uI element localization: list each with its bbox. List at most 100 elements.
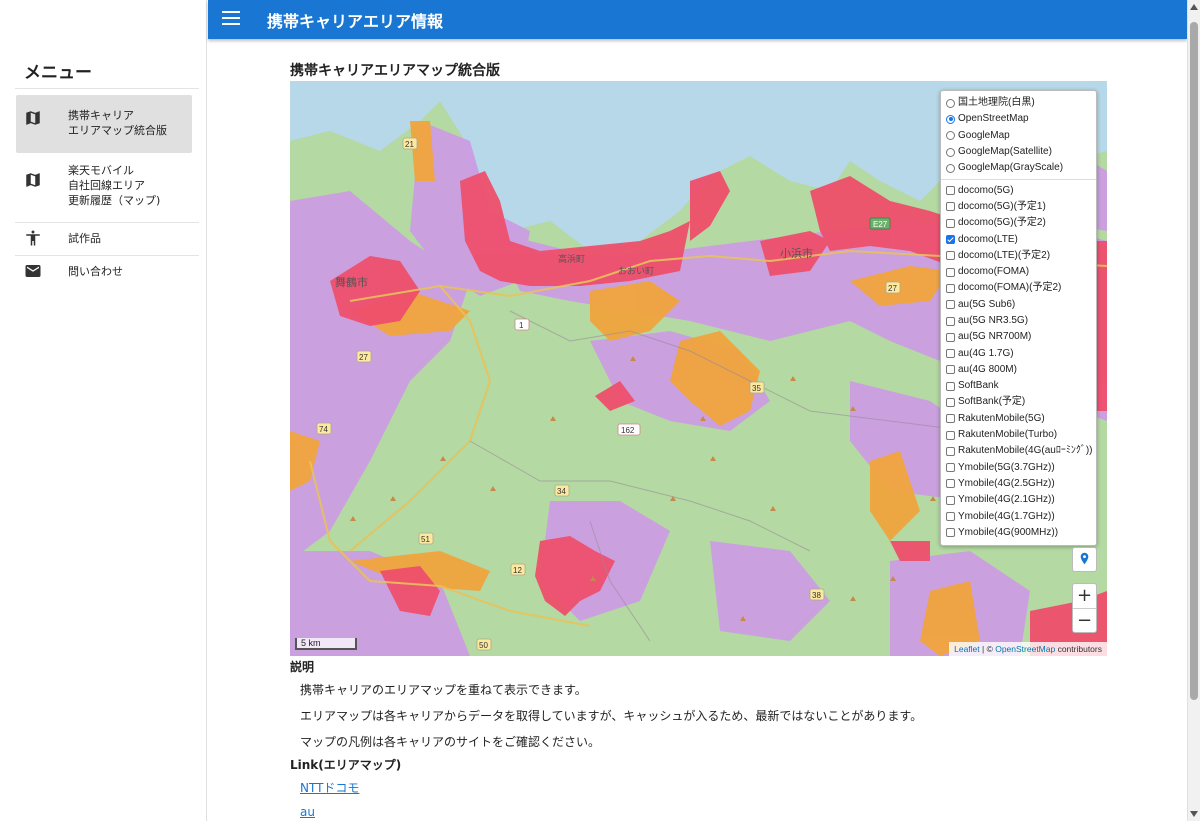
overlay-layer-option[interactable]: au(4G 800M) (946, 362, 1091, 378)
page-scrollbar[interactable] (1187, 0, 1200, 821)
sidebar-item-contact[interactable]: 問い合わせ (16, 259, 192, 285)
layer-control-panel: 国土地理院(白黒) OpenStreetMap GoogleMap GoogleMap… (940, 90, 1097, 547)
overlay-layer-option[interactable]: au(5G Sub6) (946, 297, 1091, 313)
overlay-layer-option[interactable]: SoftBank (946, 378, 1091, 394)
checkbox[interactable] (946, 267, 955, 277)
checkbox[interactable] (946, 332, 955, 342)
locate-button[interactable] (1072, 547, 1097, 572)
overlay-layer-label: au(5G NR3.5G) (958, 315, 1029, 326)
overlay-layer-option[interactable]: RakutenMobile(Turbo) (946, 427, 1091, 443)
sidebar-divider (15, 222, 199, 223)
sidebar: メニュー 携帯キャリア エリアマップ統合版 楽天モバイル 自社回線エリア 更新履… (0, 0, 207, 821)
checkbox[interactable] (946, 414, 955, 424)
checkbox[interactable] (946, 202, 955, 212)
base-layer-option[interactable]: 国土地理院(白黒) (946, 95, 1091, 111)
checkbox[interactable] (946, 235, 955, 245)
overlay-layer-option[interactable]: Ymobile(4G(2.5GHz)) (946, 476, 1091, 492)
svg-text:162: 162 (621, 426, 635, 435)
overlay-layer-option[interactable]: docomo(FOMA)(予定2) (946, 280, 1091, 296)
checkbox[interactable] (946, 381, 955, 391)
overlay-layer-option[interactable]: Ymobile(4G(900MHz)) (946, 525, 1091, 541)
overlay-layer-option[interactable]: Ymobile(4G(2.1GHz)) (946, 492, 1091, 508)
radio-button[interactable] (946, 147, 955, 157)
hamburger-menu-icon[interactable] (222, 11, 240, 27)
checkbox[interactable] (946, 365, 955, 375)
overlay-layer-option[interactable]: docomo(5G) (946, 182, 1091, 198)
radio-button[interactable] (946, 114, 955, 124)
base-layer-label: GoogleMap(Satellite) (958, 146, 1052, 158)
overlay-layer-option[interactable]: Ymobile(4G(1.7GHz)) (946, 508, 1091, 524)
checkbox[interactable] (946, 528, 955, 538)
place-label-ooi: おおい町 (618, 266, 654, 276)
base-layer-label: OpenStreetMap (958, 113, 1029, 125)
checkbox[interactable] (946, 495, 955, 505)
overlay-layer-option[interactable]: Ymobile(5G(3.7GHz)) (946, 460, 1091, 476)
zoom-control: + − (1072, 583, 1097, 633)
overlay-layer-option[interactable]: docomo(5G)(予定2) (946, 215, 1091, 231)
overlay-layer-option[interactable]: docomo(LTE) (946, 231, 1091, 247)
link-ntt-docomo[interactable]: NTTドコモ (300, 779, 359, 796)
checkbox[interactable] (946, 186, 955, 196)
sidebar-item-label: エリアマップ統合版 (68, 124, 167, 137)
place-label-takahama: 高浜町 (558, 253, 585, 264)
checkbox[interactable] (946, 430, 955, 440)
map-icon (26, 173, 40, 187)
svg-text:74: 74 (319, 425, 328, 434)
overlay-layer-label: SoftBank (958, 380, 999, 392)
checkbox[interactable] (946, 446, 955, 456)
description-line: 携帯キャリアのエリアマップを重ねて表示できます。 (300, 683, 587, 697)
link-au[interactable]: au (300, 805, 315, 819)
checkbox[interactable] (946, 283, 955, 293)
place-label-maizuru: 舞鶴市 (335, 275, 368, 289)
base-layer-option[interactable]: OpenStreetMap (946, 111, 1091, 127)
app-bar: 携帯キャリアエリア情報 (208, 0, 1187, 39)
scrollbar-thumb[interactable] (1190, 22, 1198, 700)
checkbox[interactable] (946, 397, 955, 407)
sidebar-item-area-map[interactable]: 携帯キャリア エリアマップ統合版 (16, 95, 192, 153)
overlay-layer-label: docomo(5G)(予定1) (958, 200, 1046, 212)
overlay-layer-label: Ymobile(4G(1.7GHz)) (958, 510, 1055, 522)
overlay-layer-option[interactable]: docomo(5G)(予定1) (946, 199, 1091, 215)
links-heading: Link(エリアマップ) (290, 758, 402, 772)
base-layer-option[interactable]: GoogleMap(GrayScale) (946, 160, 1091, 176)
osm-link[interactable]: OpenStreetMap (995, 644, 1055, 654)
zoom-in-button[interactable]: + (1073, 584, 1096, 609)
svg-text:34: 34 (557, 487, 566, 496)
radio-button[interactable] (946, 98, 955, 108)
mail-icon (25, 265, 41, 277)
area-map[interactable]: 舞鶴市 小浜市 おおい町 高浜町 1 162 35 27 27 74 34 51… (290, 81, 1107, 656)
leaflet-link[interactable]: Leaflet (954, 644, 980, 654)
svg-text:1: 1 (519, 321, 524, 330)
overlay-layer-option[interactable]: docomo(LTE)(予定2) (946, 248, 1091, 264)
radio-button[interactable] (946, 163, 955, 173)
overlay-layer-option[interactable]: au(4G 1.7G) (946, 345, 1091, 361)
radio-button[interactable] (946, 131, 955, 141)
overlay-layer-label: au(5G NR700M) (958, 331, 1032, 343)
sidebar-item-rakuten-history[interactable]: 楽天モバイル 自社回線エリア 更新履歴（マップ) (16, 160, 192, 220)
overlay-layer-option[interactable]: docomo(FOMA) (946, 264, 1091, 280)
description-line: マップの凡例は各キャリアのサイトをご確認ください。 (300, 735, 601, 749)
base-layer-option[interactable]: GoogleMap(Satellite) (946, 144, 1091, 160)
zoom-out-button[interactable]: − (1073, 609, 1096, 633)
overlay-layer-option[interactable]: RakutenMobile(5G) (946, 411, 1091, 427)
sidebar-divider (15, 88, 199, 89)
overlay-layer-option[interactable]: SoftBank(予定) (946, 394, 1091, 410)
checkbox[interactable] (946, 251, 955, 261)
base-layer-option[interactable]: GoogleMap (946, 128, 1091, 144)
checkbox[interactable] (946, 300, 955, 310)
checkbox[interactable] (946, 479, 955, 489)
checkbox[interactable] (946, 316, 955, 326)
sidebar-item-prototype[interactable]: 試作品 (16, 226, 192, 252)
checkbox[interactable] (946, 349, 955, 359)
overlay-layer-option[interactable]: au(5G NR3.5G) (946, 313, 1091, 329)
checkbox[interactable] (946, 512, 955, 522)
checkbox[interactable] (946, 463, 955, 473)
svg-text:27: 27 (888, 284, 897, 293)
overlay-layer-option[interactable]: au(5G NR700M) (946, 329, 1091, 345)
scroll-down-arrow-icon[interactable] (1190, 811, 1198, 817)
checkbox[interactable] (946, 218, 955, 228)
overlay-layer-option[interactable]: RakutenMobile(4G(auﾛｰﾐﾝｸﾞ)) (946, 443, 1093, 459)
overlay-layer-label: RakutenMobile(5G) (958, 412, 1045, 424)
app-title: 携帯キャリアエリア情報 (267, 12, 444, 31)
scroll-up-arrow-icon[interactable] (1190, 4, 1198, 10)
